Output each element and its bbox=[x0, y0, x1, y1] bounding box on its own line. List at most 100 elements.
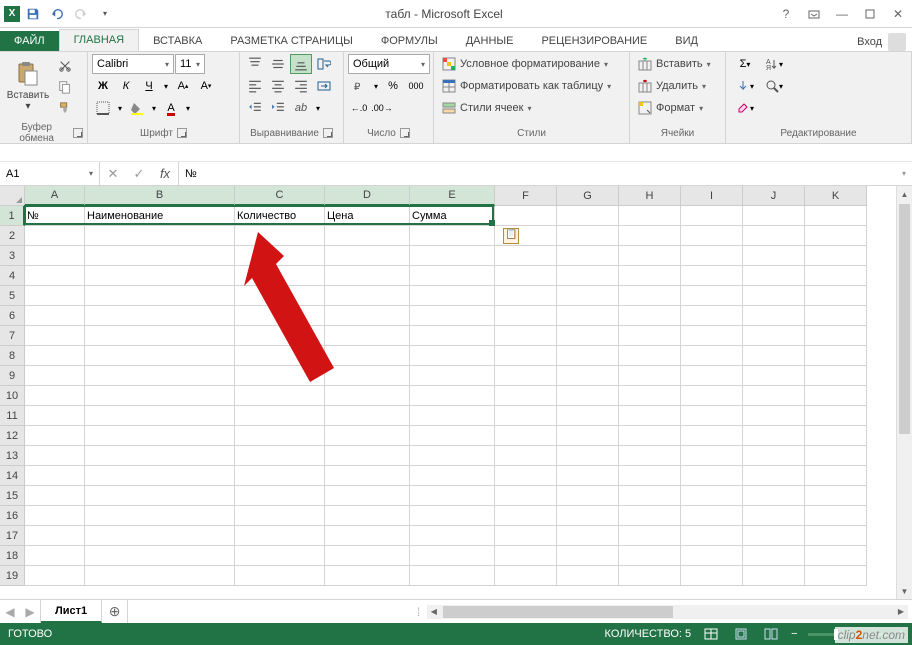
orientation-button[interactable]: ab bbox=[290, 98, 312, 118]
cell-G9[interactable] bbox=[557, 366, 619, 386]
cell-J14[interactable] bbox=[743, 466, 805, 486]
tab-data[interactable]: ДАННЫЕ bbox=[452, 31, 528, 51]
cell-H18[interactable] bbox=[619, 546, 681, 566]
cell-G15[interactable] bbox=[557, 486, 619, 506]
cell-H16[interactable] bbox=[619, 506, 681, 526]
cell-K8[interactable] bbox=[805, 346, 867, 366]
delete-cells-button[interactable]: Удалить▾ bbox=[634, 76, 710, 96]
cell-I8[interactable] bbox=[681, 346, 743, 366]
cell-J2[interactable] bbox=[743, 226, 805, 246]
cell-A16[interactable] bbox=[25, 506, 85, 526]
cell-K4[interactable] bbox=[805, 266, 867, 286]
tab-formulas[interactable]: ФОРМУЛЫ bbox=[367, 31, 452, 51]
page-break-view-button[interactable] bbox=[761, 626, 781, 642]
col-header-G[interactable]: G bbox=[557, 186, 619, 206]
number-dialog-launcher[interactable] bbox=[400, 128, 410, 138]
cell-K6[interactable] bbox=[805, 306, 867, 326]
row-header-7[interactable]: 7 bbox=[0, 326, 25, 346]
cell-E11[interactable] bbox=[410, 406, 495, 426]
cell-G11[interactable] bbox=[557, 406, 619, 426]
merge-button[interactable] bbox=[313, 76, 335, 96]
cell-A7[interactable] bbox=[25, 326, 85, 346]
cell-K9[interactable] bbox=[805, 366, 867, 386]
cell-G19[interactable] bbox=[557, 566, 619, 586]
cell-K7[interactable] bbox=[805, 326, 867, 346]
cell-E15[interactable] bbox=[410, 486, 495, 506]
cell-G1[interactable] bbox=[557, 206, 619, 226]
row-header-5[interactable]: 5 bbox=[0, 286, 25, 306]
cell-C5[interactable] bbox=[235, 286, 325, 306]
cell-G14[interactable] bbox=[557, 466, 619, 486]
cell-B19[interactable] bbox=[85, 566, 235, 586]
format-as-table-button[interactable]: Форматировать как таблицу▾ bbox=[438, 76, 615, 96]
cell-G10[interactable] bbox=[557, 386, 619, 406]
cell-A14[interactable] bbox=[25, 466, 85, 486]
cell-I12[interactable] bbox=[681, 426, 743, 446]
wrap-text-button[interactable] bbox=[313, 54, 335, 74]
tab-insert[interactable]: ВСТАВКА bbox=[139, 31, 216, 51]
cell-C17[interactable] bbox=[235, 526, 325, 546]
cell-B4[interactable] bbox=[85, 266, 235, 286]
cell-A12[interactable] bbox=[25, 426, 85, 446]
cell-C16[interactable] bbox=[235, 506, 325, 526]
cell-J1[interactable] bbox=[743, 206, 805, 226]
cell-H2[interactable] bbox=[619, 226, 681, 246]
cell-J4[interactable] bbox=[743, 266, 805, 286]
undo-button[interactable] bbox=[46, 3, 68, 25]
cell-H17[interactable] bbox=[619, 526, 681, 546]
cell-B9[interactable] bbox=[85, 366, 235, 386]
cell-D15[interactable] bbox=[325, 486, 410, 506]
cell-C4[interactable] bbox=[235, 266, 325, 286]
cell-F11[interactable] bbox=[495, 406, 557, 426]
cell-F16[interactable] bbox=[495, 506, 557, 526]
cell-C2[interactable] bbox=[235, 226, 325, 246]
expand-formula-bar-button[interactable]: ▾ bbox=[896, 162, 912, 185]
cell-A3[interactable] bbox=[25, 246, 85, 266]
cell-E6[interactable] bbox=[410, 306, 495, 326]
ribbon-options-button[interactable] bbox=[800, 2, 828, 26]
cell-B6[interactable] bbox=[85, 306, 235, 326]
copy-button[interactable] bbox=[54, 77, 76, 97]
cell-K15[interactable] bbox=[805, 486, 867, 506]
insert-cells-button[interactable]: Вставить▾ bbox=[634, 54, 715, 74]
cell-B13[interactable] bbox=[85, 446, 235, 466]
shrink-font-button[interactable]: A▾ bbox=[195, 76, 217, 96]
insert-function-button[interactable]: fx bbox=[152, 162, 178, 185]
cell-F4[interactable] bbox=[495, 266, 557, 286]
underline-dropdown[interactable]: ▾ bbox=[161, 76, 171, 96]
autosum-button[interactable]: Σ ▾ bbox=[730, 54, 760, 74]
cell-K19[interactable] bbox=[805, 566, 867, 586]
cell-J7[interactable] bbox=[743, 326, 805, 346]
font-color-button[interactable]: A bbox=[160, 98, 182, 118]
cell-I6[interactable] bbox=[681, 306, 743, 326]
cell-D9[interactable] bbox=[325, 366, 410, 386]
cell-G4[interactable] bbox=[557, 266, 619, 286]
format-cells-button[interactable]: Формат▾ bbox=[634, 98, 707, 118]
cell-F19[interactable] bbox=[495, 566, 557, 586]
col-header-H[interactable]: H bbox=[619, 186, 681, 206]
cell-F6[interactable] bbox=[495, 306, 557, 326]
scroll-down-button[interactable]: ▼ bbox=[897, 583, 912, 599]
number-format-select[interactable]: Общий▾ bbox=[348, 54, 430, 74]
cell-E17[interactable] bbox=[410, 526, 495, 546]
cell-G13[interactable] bbox=[557, 446, 619, 466]
cell-D13[interactable] bbox=[325, 446, 410, 466]
cell-D14[interactable] bbox=[325, 466, 410, 486]
qat-customize-button[interactable]: ▾ bbox=[94, 3, 116, 25]
cell-C1[interactable]: Количество bbox=[235, 206, 325, 226]
cell-I18[interactable] bbox=[681, 546, 743, 566]
col-header-E[interactable]: E bbox=[410, 186, 495, 206]
cell-J19[interactable] bbox=[743, 566, 805, 586]
cell-I1[interactable] bbox=[681, 206, 743, 226]
add-sheet-button[interactable]: ⊕ bbox=[102, 600, 128, 623]
conditional-formatting-button[interactable]: Условное форматирование▾ bbox=[438, 54, 612, 74]
border-dropdown[interactable]: ▾ bbox=[115, 98, 125, 118]
name-box[interactable]: A1▾ bbox=[0, 162, 100, 185]
cell-A19[interactable] bbox=[25, 566, 85, 586]
col-header-I[interactable]: I bbox=[681, 186, 743, 206]
row-header-8[interactable]: 8 bbox=[0, 346, 25, 366]
cell-G2[interactable] bbox=[557, 226, 619, 246]
font-size-select[interactable]: 11▾ bbox=[175, 54, 205, 74]
paste-options-button[interactable] bbox=[503, 228, 519, 244]
align-center-button[interactable] bbox=[267, 76, 289, 96]
